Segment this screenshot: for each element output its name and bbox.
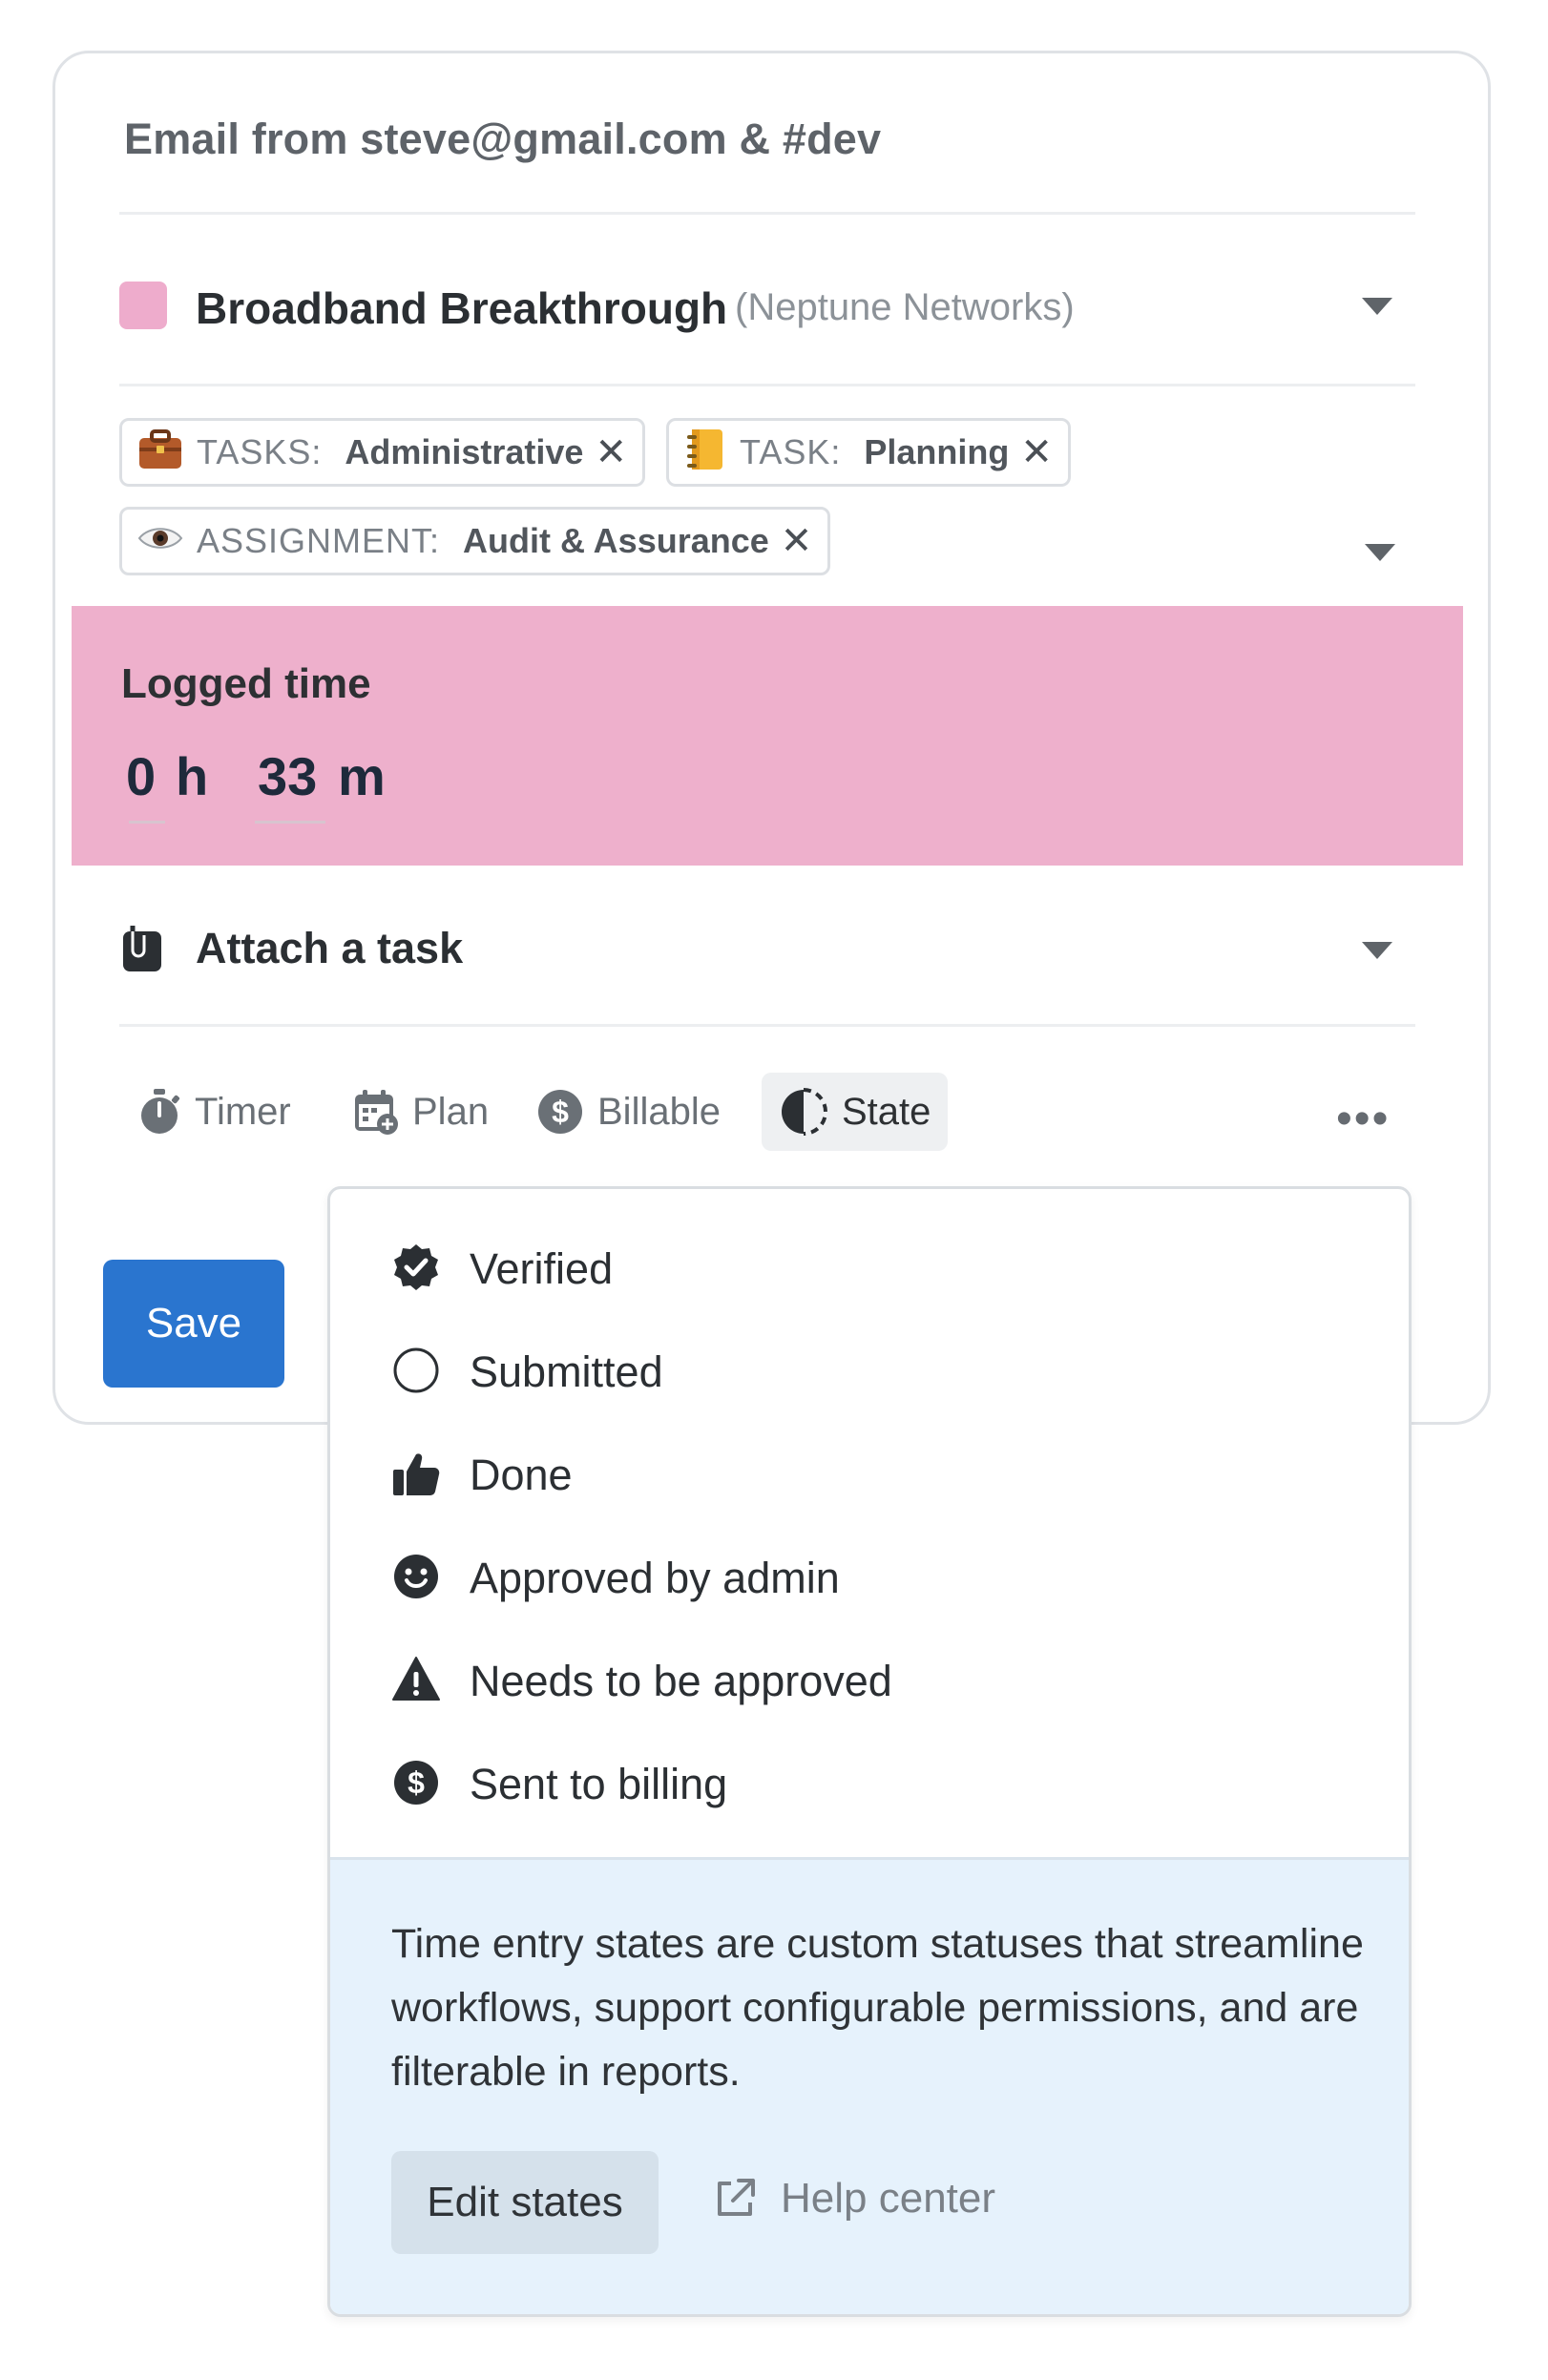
attach-task-selector[interactable]: Attach a task <box>119 916 1415 983</box>
calendar-plus-icon <box>353 1088 399 1136</box>
hours-unit: h <box>176 746 209 806</box>
close-icon[interactable]: ✕ <box>595 430 627 474</box>
save-button[interactable]: Save <box>103 1260 284 1388</box>
help-center-link[interactable]: Help center <box>712 2175 995 2223</box>
svg-text:$: $ <box>408 1765 425 1800</box>
chevron-down-icon[interactable] <box>1362 942 1392 959</box>
stopwatch-icon <box>137 1088 181 1136</box>
state-option-done[interactable]: Done <box>330 1429 1409 1514</box>
state-button[interactable]: State <box>762 1073 949 1151</box>
tag-value: Audit & Assurance <box>463 521 769 560</box>
external-link-icon <box>712 2176 758 2222</box>
state-dropdown: Verified Submitted Done Approved by admi… <box>327 1186 1412 2317</box>
divider <box>119 384 1415 386</box>
tag-key: ASSIGNMENT: <box>197 521 441 560</box>
more-options-icon[interactable]: ••• <box>1336 1093 1390 1145</box>
empty-circle-icon <box>391 1346 441 1395</box>
tag-chip-tasks[interactable]: TASKS: Administrative ✕ <box>119 418 645 487</box>
state-option-approved-by-admin[interactable]: Approved by admin <box>330 1532 1409 1618</box>
state-option-sent-to-billing[interactable]: $ Sent to billing <box>330 1738 1409 1824</box>
timer-button[interactable]: Timer <box>120 1073 308 1151</box>
state-info-text: Time entry states are custom statuses th… <box>391 1921 1364 2095</box>
state-info-panel: Time entry states are custom statuses th… <box>330 1857 1409 2314</box>
tag-chip-assignment[interactable]: ASSIGNMENT: Audit & Assurance ✕ <box>119 507 831 575</box>
state-option-label: Done <box>470 1451 573 1499</box>
chevron-down-icon[interactable] <box>1365 544 1395 561</box>
edit-states-button[interactable]: Edit states <box>391 2151 659 2254</box>
minutes-underline <box>255 821 325 824</box>
help-center-label: Help center <box>781 2175 996 2222</box>
entry-description[interactable]: Email from steve@gmail.com & #dev <box>124 115 881 164</box>
state-label: State <box>842 1090 931 1133</box>
tag-value: Administrative <box>345 432 584 471</box>
hours-input[interactable]: 0 <box>126 745 156 807</box>
logged-time-panel: Logged time 0 h 33 m <box>72 606 1463 866</box>
state-option-label: Needs to be approved <box>470 1657 892 1705</box>
tag-key: TASK: <box>740 432 842 471</box>
divider <box>119 212 1415 215</box>
state-option-label: Sent to billing <box>470 1760 728 1808</box>
svg-text:$: $ <box>552 1095 569 1129</box>
tag-value: Planning <box>864 432 1010 471</box>
dollar-circle-icon: $ <box>536 1088 584 1136</box>
smiley-icon <box>391 1552 441 1601</box>
state-option-label: Submitted <box>470 1347 663 1396</box>
timer-label: Timer <box>195 1090 291 1133</box>
plan-label: Plan <box>412 1090 490 1133</box>
chevron-down-icon[interactable] <box>1362 298 1392 315</box>
project-name: Broadband Breakthrough <box>196 283 728 333</box>
paperclip-note-icon <box>119 922 165 980</box>
thumbs-up-icon <box>391 1449 441 1498</box>
state-option-label: Verified <box>470 1244 614 1293</box>
state-option-needs-to-be-approved[interactable]: Needs to be approved <box>330 1635 1409 1721</box>
notebook-icon <box>684 427 726 479</box>
plan-button[interactable]: Plan <box>336 1073 506 1151</box>
verified-badge-icon <box>391 1242 441 1292</box>
divider <box>119 1024 1415 1027</box>
close-icon[interactable]: ✕ <box>1020 430 1053 474</box>
minutes-input[interactable]: 33 <box>258 745 317 807</box>
logged-time-label: Logged time <box>121 660 371 707</box>
attach-task-label: Attach a task <box>196 924 464 972</box>
briefcase-icon <box>137 428 183 477</box>
project-client: (Neptune Networks) <box>735 286 1075 328</box>
half-circle-icon <box>779 1087 828 1137</box>
warning-icon <box>391 1655 441 1704</box>
state-option-submitted[interactable]: Submitted <box>330 1326 1409 1411</box>
hours-underline <box>129 821 165 824</box>
minutes-unit: m <box>338 746 386 806</box>
tag-chip-task[interactable]: TASK: Planning ✕ <box>666 418 1071 487</box>
billable-button[interactable]: $ Billable <box>519 1073 738 1151</box>
state-option-verified[interactable]: Verified <box>330 1222 1409 1308</box>
project-selector[interactable]: Broadband Breakthrough (Neptune Networks… <box>119 272 1415 339</box>
state-option-label: Approved by admin <box>470 1554 840 1602</box>
billable-label: Billable <box>597 1090 721 1133</box>
dollar-circle-icon: $ <box>391 1758 441 1807</box>
eye-icon <box>137 523 183 559</box>
close-icon[interactable]: ✕ <box>781 519 813 563</box>
project-color-swatch <box>119 282 167 329</box>
tag-key: TASKS: <box>197 432 323 471</box>
